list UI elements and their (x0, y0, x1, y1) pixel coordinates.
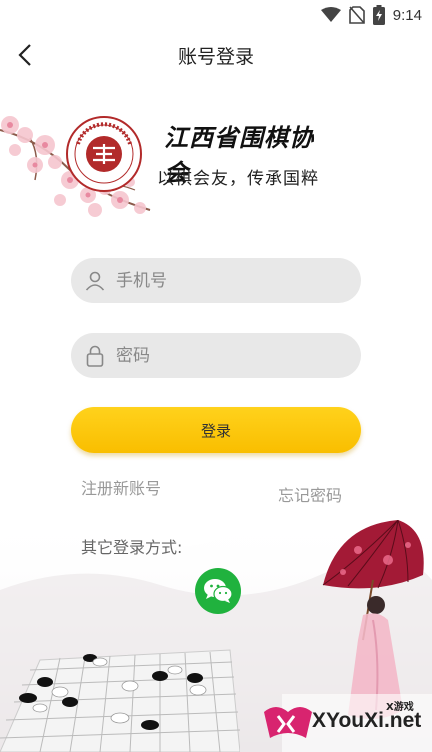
status-bar: 9:14 (0, 0, 432, 30)
user-icon (84, 270, 106, 292)
status-time: 9:14 (392, 6, 422, 24)
lock-icon (84, 345, 106, 367)
association-slogan: 以棋会友，传承国粹 (157, 169, 319, 189)
page-title: 账号登录 (177, 46, 254, 68)
status-icons: 9:14 (320, 4, 422, 26)
association-logo (66, 116, 142, 192)
watermark-text: XYouXi.net (312, 709, 422, 732)
other-login-label: 其它登录方式: (81, 538, 183, 557)
phone-field[interactable] (71, 258, 361, 303)
battery-charging-icon (372, 5, 385, 25)
password-field[interactable] (71, 333, 361, 378)
header-bar: 账号登录 (0, 30, 432, 80)
wifi-icon (320, 7, 341, 22)
wechat-icon (204, 579, 233, 603)
wechat-login-button[interactable] (195, 568, 241, 614)
phone-input[interactable] (114, 269, 338, 292)
password-input[interactable] (114, 344, 338, 367)
go-board-decoration (0, 649, 240, 752)
forgot-password-link[interactable]: 忘记密码 (278, 482, 342, 506)
no-sim-icon (348, 6, 365, 24)
register-link[interactable]: 注册新账号 (81, 475, 161, 499)
login-button[interactable]: 登录 (71, 407, 361, 453)
